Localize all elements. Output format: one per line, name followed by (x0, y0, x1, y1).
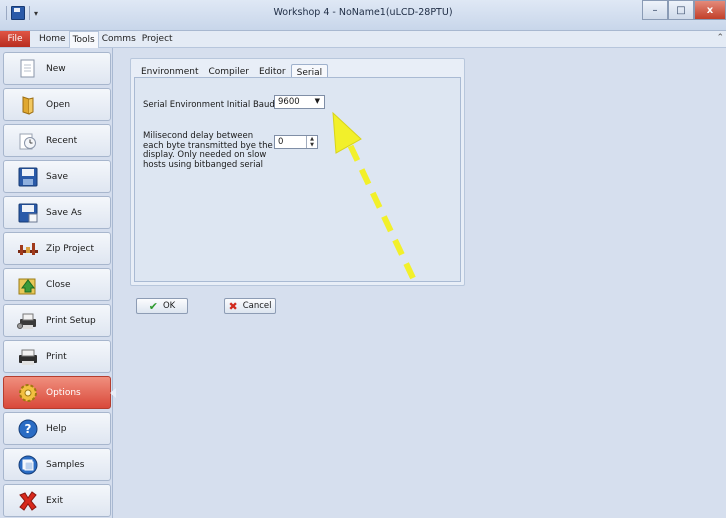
annotation-arrow (332, 111, 416, 280)
